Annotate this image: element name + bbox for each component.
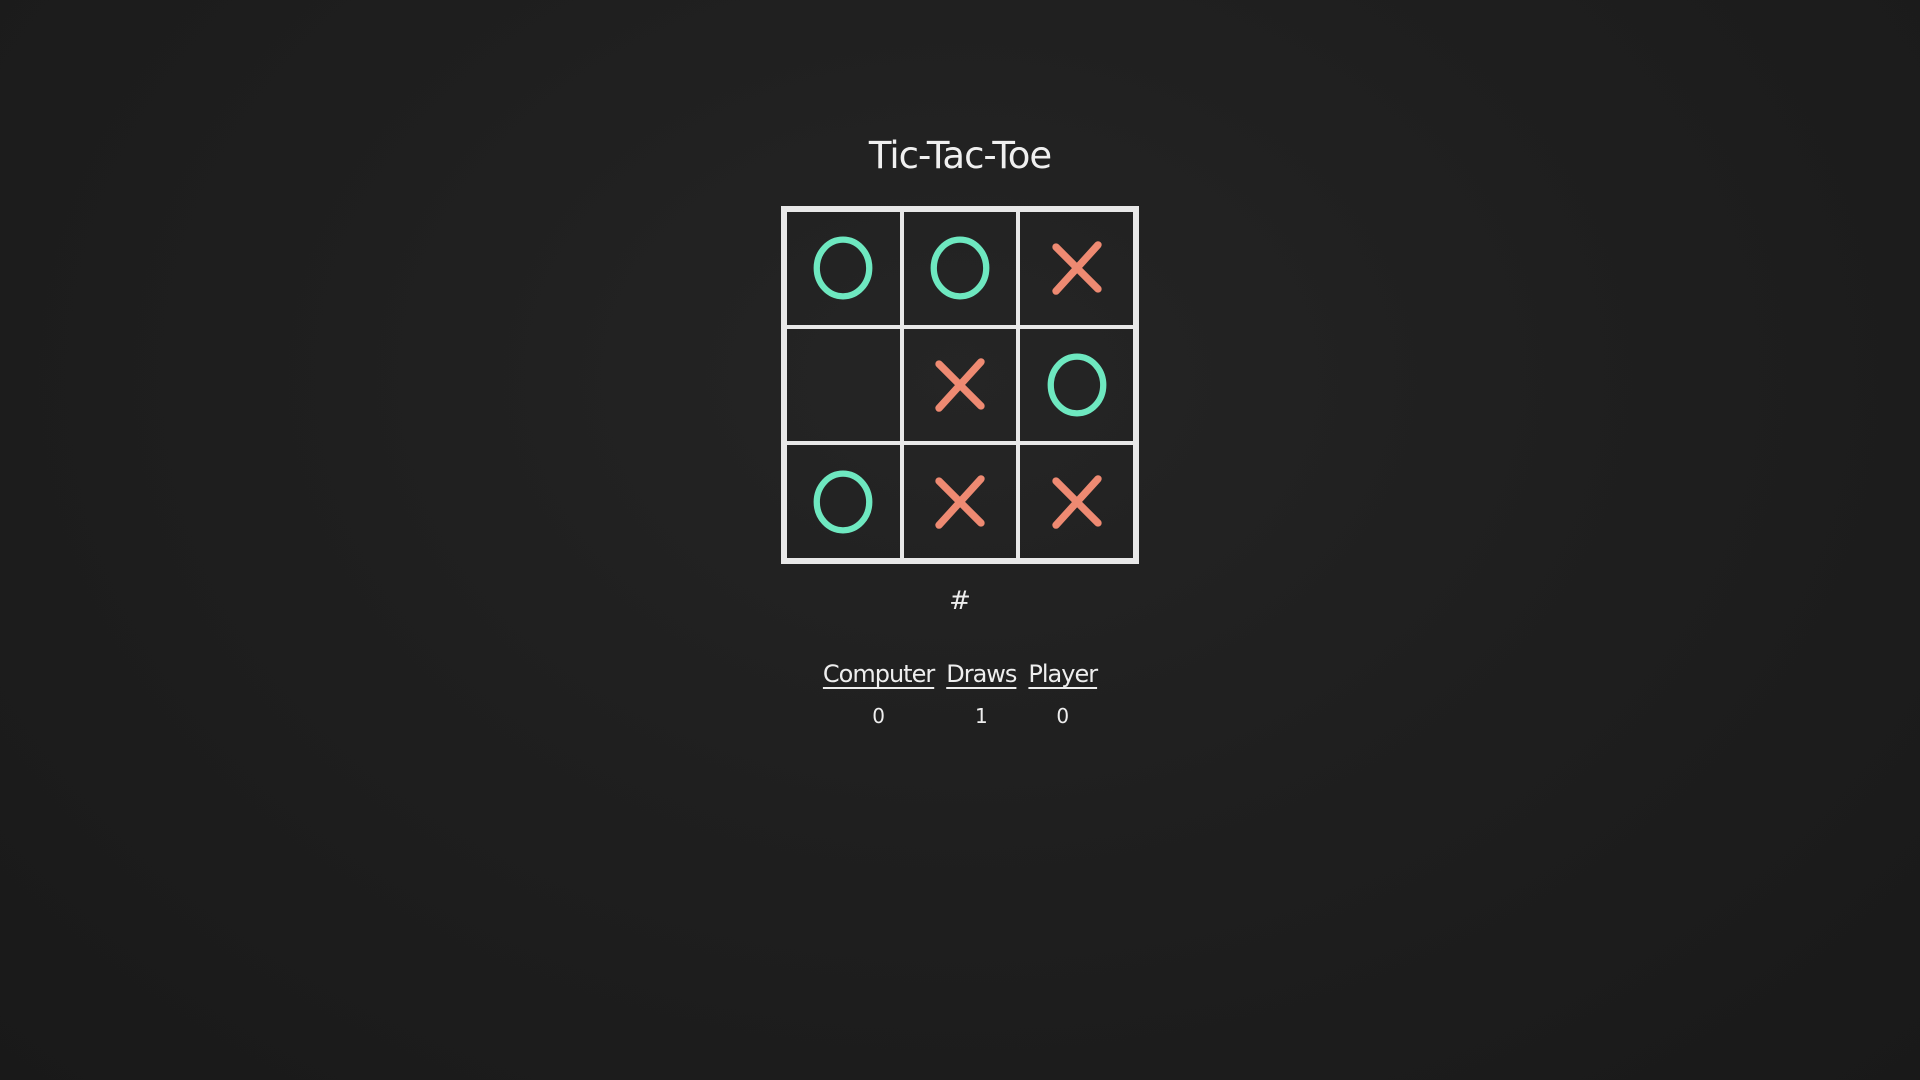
cell-middle-left[interactable] — [784, 325, 903, 445]
score-player: Player 0 — [1028, 660, 1098, 728]
game-title: Tic-Tac-Toe — [868, 134, 1052, 177]
cell-bottom-center[interactable] — [900, 442, 1020, 561]
cell-top-left[interactable] — [784, 209, 903, 328]
o-mark-icon — [930, 236, 990, 300]
score-value-player: 0 — [1056, 704, 1070, 728]
cell-bottom-left[interactable] — [784, 442, 903, 561]
score-label-computer: Computer — [822, 660, 935, 688]
o-mark-icon — [813, 236, 873, 300]
game-board — [781, 206, 1139, 564]
cell-middle-center[interactable] — [900, 325, 1020, 445]
score-draws: Draws 1 — [946, 660, 1017, 728]
x-mark-icon — [935, 474, 985, 529]
scoreboard: Computer 0 Draws 1 Player 0 — [0, 660, 1920, 728]
score-label-player: Player — [1028, 660, 1098, 688]
cell-bottom-right[interactable] — [1017, 442, 1136, 561]
x-mark-icon — [935, 358, 985, 412]
x-mark-icon — [1051, 474, 1102, 529]
x-mark-icon — [1051, 241, 1102, 296]
score-value-draws: 1 — [974, 704, 988, 728]
turn-indicator: # — [949, 586, 971, 616]
score-label-draws: Draws — [946, 660, 1017, 688]
o-mark-icon — [813, 470, 873, 534]
cell-top-center[interactable] — [900, 209, 1020, 328]
score-computer: Computer 0 — [822, 660, 935, 728]
score-value-computer: 0 — [872, 704, 885, 728]
o-mark-icon — [1047, 353, 1107, 417]
cell-top-right[interactable] — [1017, 209, 1136, 328]
cell-middle-right[interactable] — [1017, 325, 1136, 445]
